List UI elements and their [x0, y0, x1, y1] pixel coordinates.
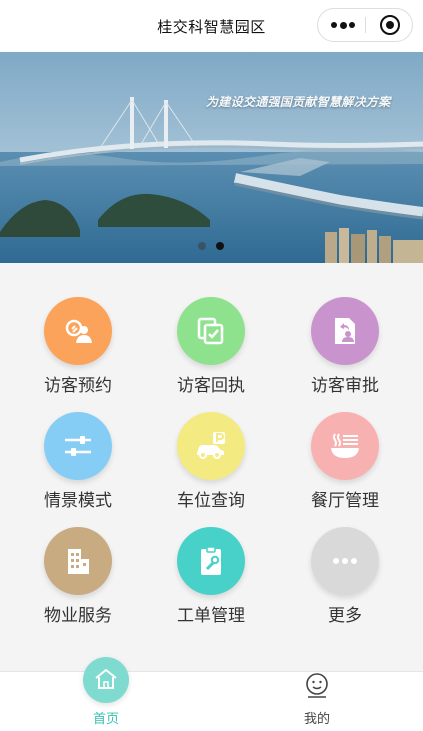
- tab-mine-label[interactable]: 我的: [287, 708, 347, 727]
- bridge-photo: [0, 52, 423, 263]
- grid-item-scene-mode[interactable]: 情景模式: [8, 412, 148, 522]
- home-icon: [95, 669, 117, 689]
- scene-mode-icon: [44, 412, 112, 480]
- carousel-indicator-dot-active[interactable]: [216, 242, 224, 250]
- more-icon: [311, 527, 379, 595]
- grid-item-property-service[interactable]: 物业服务: [8, 527, 148, 637]
- grid-item-work-order[interactable]: 工单管理: [141, 527, 281, 637]
- tab-home[interactable]: [83, 657, 129, 703]
- grid-item-label: 工单管理: [177, 606, 245, 626]
- visitor-booking-icon: [44, 297, 112, 365]
- grid-item-label: 访客预约: [44, 376, 112, 396]
- grid-item-label: 情景模式: [44, 491, 112, 511]
- tab-bar: [0, 671, 423, 731]
- user-face-icon[interactable]: [305, 673, 329, 699]
- more-options-icon[interactable]: [331, 21, 355, 29]
- grid-item-visitor-approval[interactable]: 访客审批: [275, 297, 415, 407]
- property-service-icon: [44, 527, 112, 595]
- grid-item-label: 访客审批: [311, 376, 379, 396]
- grid-item-visitor-booking[interactable]: 访客预约: [8, 297, 148, 407]
- grid-item-label: 物业服务: [44, 606, 112, 626]
- banner-carousel[interactable]: 为建设交通强国贡献智慧解决方案: [0, 52, 423, 263]
- grid-item-label: 餐厅管理: [311, 491, 379, 511]
- grid-item-restaurant[interactable]: 餐厅管理: [275, 412, 415, 522]
- restaurant-icon: [311, 412, 379, 480]
- work-order-icon: [177, 527, 245, 595]
- banner-caption: 为建设交通强国贡献智慧解决方案: [206, 95, 391, 109]
- visitor-receipt-icon: [177, 297, 245, 365]
- grid-item-visitor-receipt[interactable]: 访客回执: [141, 297, 281, 407]
- navigation-bar: 桂交科智慧园区: [0, 0, 423, 52]
- capsule-divider: [365, 17, 366, 33]
- grid-item-label: 车位查询: [177, 491, 245, 511]
- grid-item-label: 更多: [328, 606, 362, 626]
- parking-query-icon: [177, 412, 245, 480]
- grid-item-more[interactable]: 更多: [275, 527, 415, 637]
- tab-home-label[interactable]: 首页: [76, 708, 136, 727]
- carousel-indicator-dot[interactable]: [198, 242, 206, 250]
- grid-item-label: 访客回执: [177, 376, 245, 396]
- close-mini-program-icon[interactable]: [380, 15, 400, 35]
- grid-item-parking-query[interactable]: 车位查询: [141, 412, 281, 522]
- visitor-approval-icon: [311, 297, 379, 365]
- mini-program-capsule: [317, 8, 413, 42]
